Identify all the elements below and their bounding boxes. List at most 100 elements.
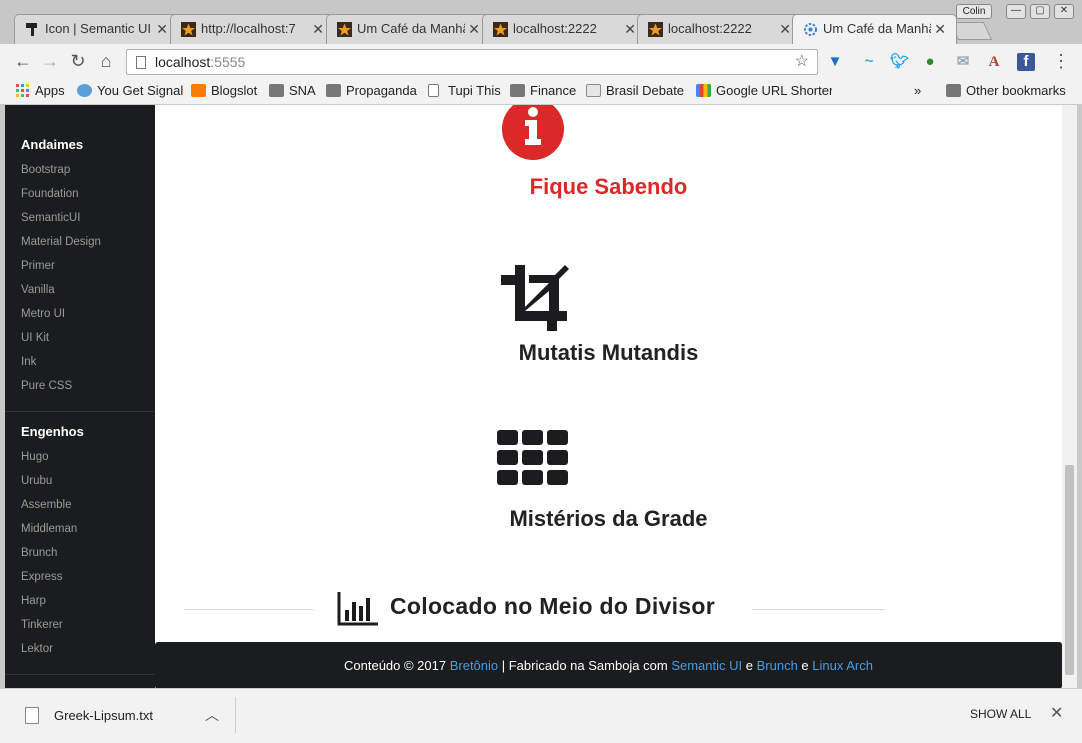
- page-footer: Conteúdo © 2017 Bretônio | Fabricado na …: [155, 642, 1062, 688]
- star-icon: [493, 22, 508, 37]
- gear-icon: [804, 23, 817, 36]
- sidebar-item-express[interactable]: Express: [21, 571, 63, 583]
- sidebar-item-brunch[interactable]: Brunch: [21, 547, 57, 559]
- other-bookmarks[interactable]: Other bookmarks: [946, 82, 1066, 100]
- close-icon[interactable]: ✕: [1050, 703, 1063, 723]
- maximize-button[interactable]: ▢: [1030, 4, 1050, 19]
- grid-layout-icon: [497, 430, 568, 485]
- bookmark-sna[interactable]: SNA: [269, 82, 316, 100]
- menu-dots-icon[interactable]: ⋮: [1052, 51, 1070, 72]
- bookmark-star-icon[interactable]: ☆: [795, 50, 809, 74]
- sidebar-item-semanticui[interactable]: SemanticUI: [21, 212, 80, 224]
- tab-4[interactable]: localhost:2222 ✕: [637, 14, 802, 44]
- tab-5-active[interactable]: Um Café da Manhã ✕: [792, 14, 957, 44]
- crop-icon: [501, 265, 569, 331]
- close-icon[interactable]: ✕: [624, 15, 636, 43]
- bookmarks-bar: Apps You Get Signal Blogslot SNA Propaga…: [0, 78, 1082, 105]
- sidebar-item-assemble[interactable]: Assemble: [21, 499, 72, 511]
- sidebar-item-hugo[interactable]: Hugo: [21, 451, 49, 463]
- tab-0[interactable]: Icon | Semantic UI ✕: [14, 14, 179, 44]
- facebook-icon[interactable]: f: [1017, 53, 1035, 71]
- sidebar-item-material-design[interactable]: Material Design: [21, 236, 101, 248]
- divider-text: Colocado no Meio do Divisor: [390, 593, 716, 619]
- home-icon[interactable]: ⌂: [95, 50, 117, 72]
- bird-extension-icon[interactable]: ~: [860, 53, 878, 71]
- sidebar-item-ui-kit[interactable]: UI Kit: [21, 332, 49, 344]
- forward-arrow-icon[interactable]: →: [39, 50, 61, 72]
- star-icon: [337, 22, 352, 37]
- url-port: :5555: [210, 54, 246, 70]
- close-icon[interactable]: ✕: [312, 15, 324, 43]
- bookmark-brasil-debate[interactable]: Brasil Debate: [586, 82, 684, 100]
- mail-extension-icon[interactable]: ✉: [954, 53, 972, 71]
- twitter-icon[interactable]: 🐦︎: [890, 53, 909, 71]
- bookmark-label: Blogslot: [211, 83, 258, 98]
- text-file-icon: [25, 707, 39, 724]
- font-a-icon[interactable]: A: [985, 53, 1003, 71]
- footer-link-semantic-ui[interactable]: Semantic UI: [671, 658, 742, 673]
- close-icon[interactable]: ✕: [156, 15, 168, 43]
- tab-title: localhost:2222: [668, 21, 752, 36]
- footer-link-author[interactable]: Bretônio: [450, 658, 498, 673]
- sidebar-item-primer[interactable]: Primer: [21, 260, 55, 272]
- bookmark-propaganda[interactable]: Propaganda: [326, 82, 417, 100]
- bookmark-label: Brasil Debate: [606, 83, 685, 98]
- close-icon[interactable]: ✕: [779, 15, 791, 43]
- close-icon[interactable]: ✕: [934, 15, 946, 43]
- info-circle-icon: [502, 105, 564, 160]
- sidebar-heading-andaimes: Andaimes: [21, 137, 84, 152]
- sidebar-item-metro-ui[interactable]: Metro UI: [21, 308, 65, 320]
- sidebar-item-middleman[interactable]: Middleman: [21, 523, 77, 535]
- sidebar-item-lektor[interactable]: Lektor: [21, 643, 53, 655]
- vpn-extension-icon[interactable]: ▼: [826, 53, 844, 71]
- sidebar-item-bootstrap[interactable]: Bootstrap: [21, 164, 70, 176]
- bookmark-label: Finance: [530, 83, 577, 98]
- scrollbar-thumb[interactable]: [1065, 465, 1074, 675]
- tab-title: Um Café da Manhã: [823, 21, 931, 36]
- bookmark-blogslot[interactable]: Blogslot: [191, 82, 257, 100]
- bookmark-you-get-signal[interactable]: You Get Signal: [77, 82, 183, 100]
- tab-3[interactable]: localhost:2222 ✕: [482, 14, 647, 44]
- bookmark-tupi-this[interactable]: Tupi This: [428, 82, 501, 100]
- sidebar-item-harp[interactable]: Harp: [21, 595, 46, 607]
- back-arrow-icon[interactable]: ←: [12, 50, 34, 72]
- profile-button[interactable]: Colin: [956, 4, 992, 19]
- divider-line-right: [752, 609, 885, 610]
- sidebar-item-urubu[interactable]: Urubu: [21, 475, 52, 487]
- browser-toolbar: ← → ↻ ⌂ localhost:5555 ☆ ▼ ~ 🐦︎ ● ✉ A f …: [0, 44, 1082, 78]
- more-bookmarks-chevron[interactable]: »: [914, 82, 921, 100]
- chevron-up-icon[interactable]: ︿: [205, 705, 219, 725]
- bookmark-google-url-shortener[interactable]: Google URL Shortener: [696, 82, 832, 100]
- download-item[interactable]: Greek-Lipsum.txt: [20, 706, 153, 726]
- bookmark-apps[interactable]: Apps: [15, 82, 65, 100]
- tab-2[interactable]: Um Café da Manhã ✕: [326, 14, 491, 44]
- footer-link-brunch[interactable]: Brunch: [757, 658, 798, 673]
- page-icon: [428, 84, 439, 97]
- bookmark-finance[interactable]: Finance: [510, 82, 576, 100]
- sidebar-divider: [5, 411, 155, 412]
- footer-link-linux-arch[interactable]: Linux Arch: [812, 658, 873, 673]
- minimize-button[interactable]: —: [1006, 4, 1026, 19]
- window-close-button[interactable]: ✕: [1054, 4, 1074, 19]
- sidebar-item-pure-css[interactable]: Pure CSS: [21, 380, 72, 392]
- close-icon[interactable]: ✕: [468, 15, 480, 43]
- address-bar[interactable]: localhost:5555 ☆: [126, 49, 818, 75]
- folder-icon: [946, 84, 961, 97]
- reload-icon[interactable]: ↻: [67, 50, 89, 72]
- download-extension-icon[interactable]: ●: [921, 53, 939, 71]
- feature-title-misterios-da-grade: Mistérios da Grade: [509, 506, 708, 531]
- bookmark-label: Other bookmarks: [966, 83, 1066, 98]
- sidebar-item-tinkerer[interactable]: Tinkerer: [21, 619, 63, 631]
- bookmark-label: You Get Signal: [97, 83, 184, 98]
- bookmark-label: Propaganda: [346, 83, 417, 98]
- downloads-separator: [235, 697, 236, 733]
- sidebar-item-foundation[interactable]: Foundation: [21, 188, 79, 200]
- sidebar-item-vanilla[interactable]: Vanilla: [21, 284, 55, 296]
- apps-grid-icon: [16, 84, 29, 97]
- tab-1[interactable]: http://localhost:7 ✕: [170, 14, 335, 44]
- page-scrollbar[interactable]: [1062, 105, 1077, 688]
- sidebar-item-ink[interactable]: Ink: [21, 356, 36, 368]
- brd-icon: [586, 84, 601, 97]
- feature-title-fique-sabendo: Fique Sabendo: [529, 174, 688, 199]
- show-all-button[interactable]: SHOW ALL: [970, 707, 1031, 721]
